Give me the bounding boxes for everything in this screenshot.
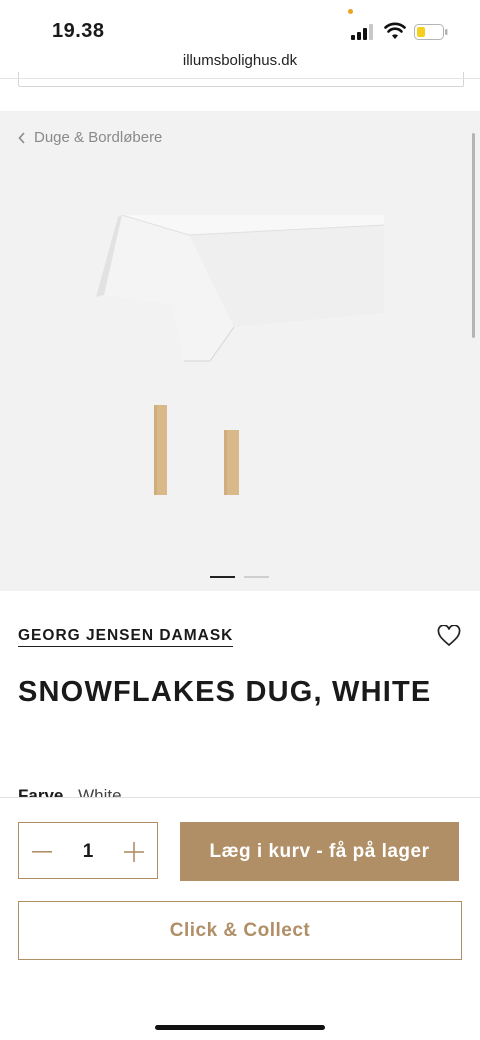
breadcrumb-label[interactable]: Duge & Bordløbere — [34, 129, 162, 146]
minus-icon — [32, 850, 52, 853]
quantity-stepper[interactable]: 1 — [18, 822, 158, 879]
color-value: White — [78, 787, 122, 797]
quantity-value[interactable]: 1 — [65, 823, 111, 880]
gallery-dot-2[interactable] — [244, 576, 269, 578]
divider — [0, 78, 480, 79]
wifi-icon — [384, 22, 406, 39]
gallery-pagination[interactable] — [210, 576, 269, 578]
add-to-cart-bar: 1 Læg i kurv - få på lager Click & Colle… — [0, 797, 480, 1040]
quantity-decrease-button[interactable] — [19, 823, 65, 880]
product-title: SNOWFLAKES DUG, WHITE — [18, 676, 432, 708]
home-indicator[interactable] — [155, 1025, 325, 1030]
click-and-collect-button[interactable]: Click & Collect — [18, 901, 462, 960]
status-bar: 19.38 illumsbolighus.dk — [0, 0, 480, 69]
address-bar-url[interactable]: illumsbolighus.dk — [0, 52, 480, 69]
breadcrumb[interactable]: Duge & Bordløbere — [18, 129, 162, 146]
search-field-edge[interactable] — [18, 72, 464, 87]
product-image-tablecloth — [96, 215, 385, 495]
status-time: 19.38 — [52, 20, 105, 42]
plus-icon — [124, 841, 144, 862]
product-gallery[interactable]: Duge & Bordløbere — [0, 111, 480, 591]
brand-link[interactable]: GEORG JENSEN DAMASK — [18, 627, 234, 647]
chevron-left-icon — [18, 131, 25, 144]
heart-icon[interactable] — [437, 625, 461, 647]
quantity-increase-button[interactable] — [111, 823, 157, 880]
add-to-cart-button[interactable]: Læg i kurv - få på lager — [180, 822, 459, 881]
battery-icon — [414, 24, 448, 40]
signal-icon — [351, 24, 373, 40]
recording-indicator-icon — [348, 9, 353, 14]
color-label: Farve — [18, 787, 64, 797]
color-selector[interactable]: Farve White — [18, 787, 122, 797]
gallery-dot-1[interactable] — [210, 576, 235, 578]
page-scrollbar[interactable] — [472, 133, 475, 338]
